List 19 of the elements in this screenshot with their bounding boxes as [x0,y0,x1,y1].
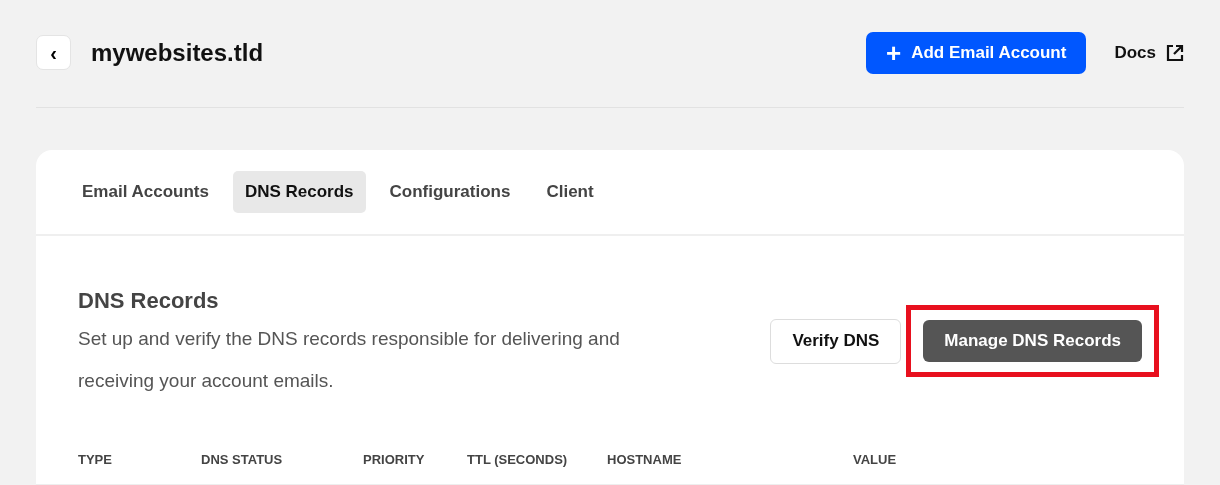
tab[interactable]: Client [534,171,606,213]
tab[interactable]: Email Accounts [70,171,221,213]
column-header: DNS STATUS [201,452,284,467]
section-title: DNS Records [78,288,220,314]
column-header: PRIORITY [363,452,426,467]
add-email-account-button[interactable]: + Add Email Account [866,31,1087,74]
manage-dns-records-button[interactable]: Manage DNS Records [923,320,1142,362]
section-description: Set up and verify the DNS records responsible for delivering and receiving your account emails. [78,327,621,393]
column-header: VALUE [853,452,898,467]
column-header: TTL (SECONDS) [467,452,569,467]
tab[interactable]: DNS Records [232,171,366,213]
verify-dns-button[interactable]: Verify DNS [770,318,902,364]
column-header: TYPE [78,452,113,467]
back-button[interactable]: ‹ [36,35,71,70]
docs-link[interactable]: Docs [1114,42,1184,63]
external-link-icon [1166,43,1184,62]
column-header: HOSTNAME [607,452,683,467]
page-title: mywebsites.tld [91,38,264,67]
tab[interactable]: Configurations [377,171,523,213]
